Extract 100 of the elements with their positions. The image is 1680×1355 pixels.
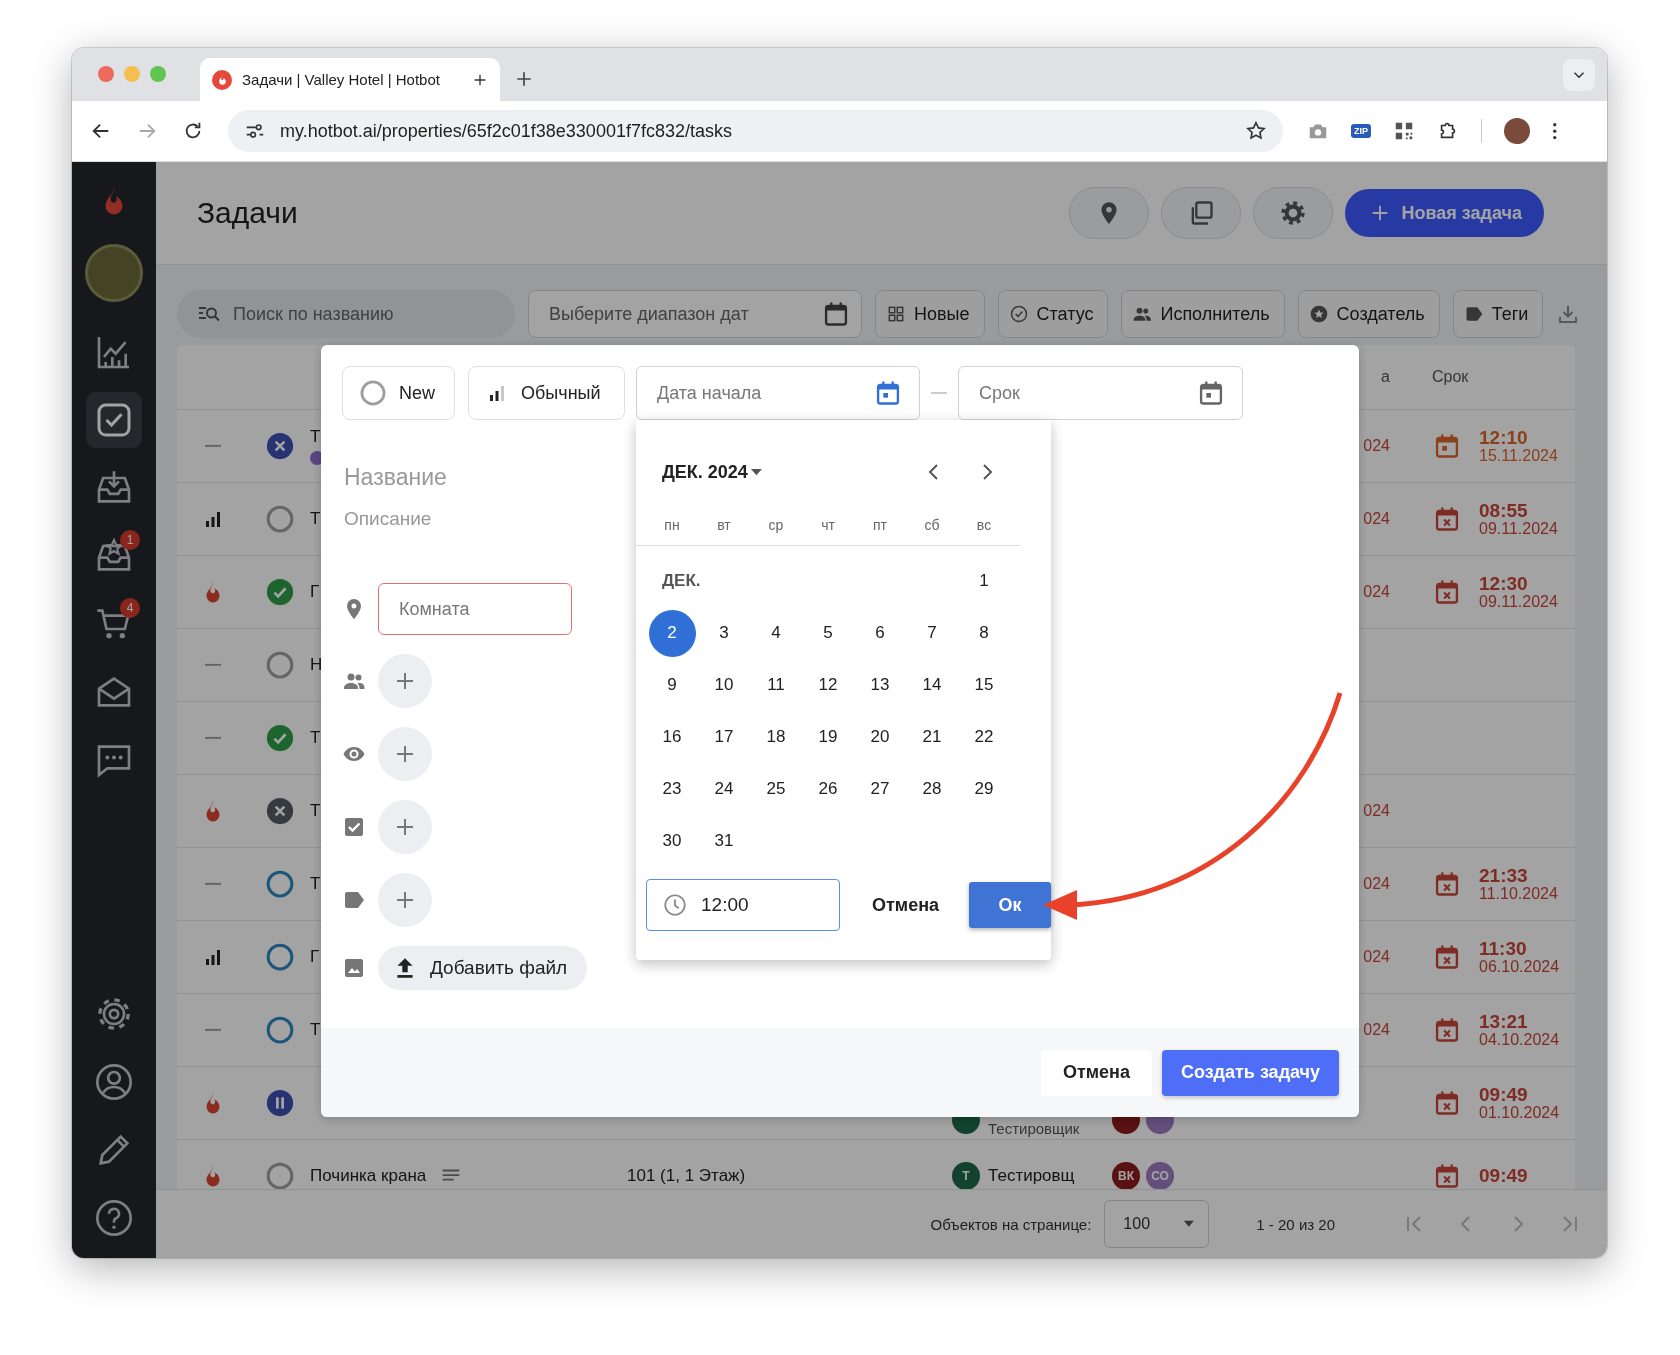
sidebar-item[interactable]: 1 — [86, 528, 142, 584]
cancel-button[interactable]: Отмена — [1040, 1049, 1152, 1096]
priority-chip[interactable]: Обычный — [468, 366, 625, 420]
task-title[interactable]: Т — [310, 427, 321, 447]
task-title[interactable]: Н — [310, 655, 323, 675]
calendar-day[interactable]: 19 — [804, 713, 852, 761]
month-year-selector[interactable]: ДЕК. 2024 — [662, 461, 763, 483]
zip-extension-button[interactable]: ZIP — [1351, 124, 1371, 138]
due-time: 11:30 — [1479, 938, 1528, 959]
add-button[interactable] — [378, 873, 432, 927]
user-avatar[interactable] — [85, 244, 143, 302]
map-pin-button[interactable] — [1069, 187, 1150, 239]
task-title[interactable]: Починка крана — [310, 1166, 427, 1186]
calendar-day[interactable]: 22 — [960, 713, 1008, 761]
weekday-label: вс — [976, 517, 992, 533]
due-date-field[interactable]: Срок — [958, 366, 1243, 420]
address-bar[interactable]: my.hotbot.ai/properties/65f2c01f38e330001f7fc832/tasks — [228, 110, 1283, 152]
bookmark-button[interactable] — [1245, 120, 1267, 142]
calendar-day[interactable]: 6 — [856, 609, 904, 657]
ok-button[interactable]: Ок — [969, 882, 1051, 928]
calendar-day[interactable]: 8 — [960, 609, 1008, 657]
calendar-day[interactable]: 20 — [856, 713, 904, 761]
settings-button[interactable] — [1253, 187, 1334, 239]
calendar-day[interactable]: 29 — [960, 765, 1008, 813]
calendar-day[interactable]: 27 — [856, 765, 904, 813]
calendar-day[interactable]: 9 — [648, 661, 696, 709]
task-title[interactable]: Т — [310, 509, 321, 529]
calendar-day[interactable]: 17 — [700, 713, 748, 761]
weekday-label: вт — [717, 517, 731, 533]
calendar-day[interactable]: 7 — [908, 609, 956, 657]
calendar-day[interactable]: 5 — [804, 609, 852, 657]
create-task-button[interactable]: Создать задачу — [1162, 1049, 1339, 1096]
calendar-day[interactable]: 12 — [804, 661, 852, 709]
cancel-button[interactable]: Отмена — [860, 884, 952, 926]
calendar-day[interactable]: 25 — [752, 765, 800, 813]
copy-button[interactable] — [1161, 187, 1242, 239]
task-title[interactable]: Т — [310, 874, 321, 894]
browser-menu-button[interactable] — [1552, 121, 1558, 141]
page-title: Задачи — [197, 196, 299, 230]
start-date-field[interactable]: Дата начала — [636, 366, 920, 420]
calendar-day[interactable]: 28 — [908, 765, 956, 813]
calendar-day[interactable]: 4 — [752, 609, 800, 657]
task-title[interactable]: Г — [310, 582, 320, 602]
add-file-button[interactable]: Добавить файл — [378, 946, 588, 990]
due-date: 01.10.2024 — [1479, 1104, 1560, 1122]
page-size-select[interactable]: 100 — [1104, 1200, 1210, 1248]
dash-icon — [204, 1028, 222, 1032]
calendar-day[interactable]: 23 — [648, 765, 696, 813]
filter-chip[interactable]: Статус — [997, 290, 1109, 338]
dash-icon — [204, 444, 222, 448]
status-chip[interactable]: New — [342, 366, 455, 420]
profile-button[interactable] — [1504, 118, 1530, 144]
task-title[interactable]: Т — [310, 728, 321, 748]
calendar-x-icon — [1433, 1162, 1461, 1189]
add-button[interactable] — [378, 800, 432, 854]
x-circle-icon — [264, 796, 295, 826]
task-title[interactable]: Г — [310, 947, 320, 967]
room-field[interactable]: Комната — [378, 583, 572, 635]
due-date: 15.11.2024 — [1479, 447, 1558, 465]
calendar-day[interactable]: 16 — [648, 713, 696, 761]
browser-tab[interactable]: Задачи | Valley Hotel | Hotbot — [200, 58, 500, 101]
filter-chip[interactable]: Исполнитель — [1121, 290, 1285, 338]
description-field[interactable]: Описание — [342, 504, 606, 534]
calendar-day[interactable]: 11 — [752, 661, 800, 709]
date-range-field[interactable]: Выберите диапазон дат — [528, 290, 862, 338]
ring-icon — [264, 504, 295, 534]
task-title[interactable]: Т — [310, 801, 321, 821]
calendar-day[interactable]: 15 — [960, 661, 1008, 709]
new-task-button[interactable]: Новая задача — [1345, 189, 1544, 237]
calendar-day[interactable]: 31 — [700, 817, 748, 865]
filter-chip[interactable]: Новые — [875, 290, 985, 338]
calendar-day[interactable]: 30 — [648, 817, 696, 865]
calendar-day[interactable]: 10 — [700, 661, 748, 709]
calendar-day[interactable]: 24 — [700, 765, 748, 813]
calendar-day[interactable]: 1 — [960, 557, 1008, 605]
due-date: 11.10.2024 — [1479, 885, 1558, 903]
time-field[interactable]: 12:00 — [646, 879, 840, 931]
calendar-day[interactable]: 2 — [648, 609, 696, 657]
task-title[interactable]: Т — [310, 1020, 321, 1040]
count-badge: 1 — [120, 530, 140, 550]
add-button[interactable] — [378, 654, 432, 708]
calendar-day[interactable]: 3 — [700, 609, 748, 657]
calendar-x-icon — [1433, 1016, 1461, 1044]
calendar-day[interactable]: 21 — [908, 713, 956, 761]
search-field[interactable]: Поиск по названию — [177, 290, 515, 338]
filter-chip[interactable]: Создатель — [1297, 290, 1440, 338]
new-tab-button[interactable] — [514, 69, 534, 89]
calendar-day[interactable]: 18 — [752, 713, 800, 761]
filter-chip[interactable]: Теги — [1452, 290, 1544, 338]
sidebar-item[interactable] — [86, 392, 142, 448]
calendar-day[interactable]: 26 — [804, 765, 852, 813]
calendar-day[interactable]: 13 — [856, 661, 904, 709]
qr-code-button[interactable] — [1393, 120, 1415, 142]
column-header: а — [1381, 368, 1390, 386]
add-button[interactable] — [378, 727, 432, 781]
calendar-icon — [1433, 432, 1461, 460]
sidebar-item[interactable]: 4 — [86, 596, 142, 652]
calendar-day[interactable]: 14 — [908, 661, 956, 709]
x-circle-icon — [264, 431, 295, 461]
title-field[interactable]: Название — [342, 460, 606, 494]
